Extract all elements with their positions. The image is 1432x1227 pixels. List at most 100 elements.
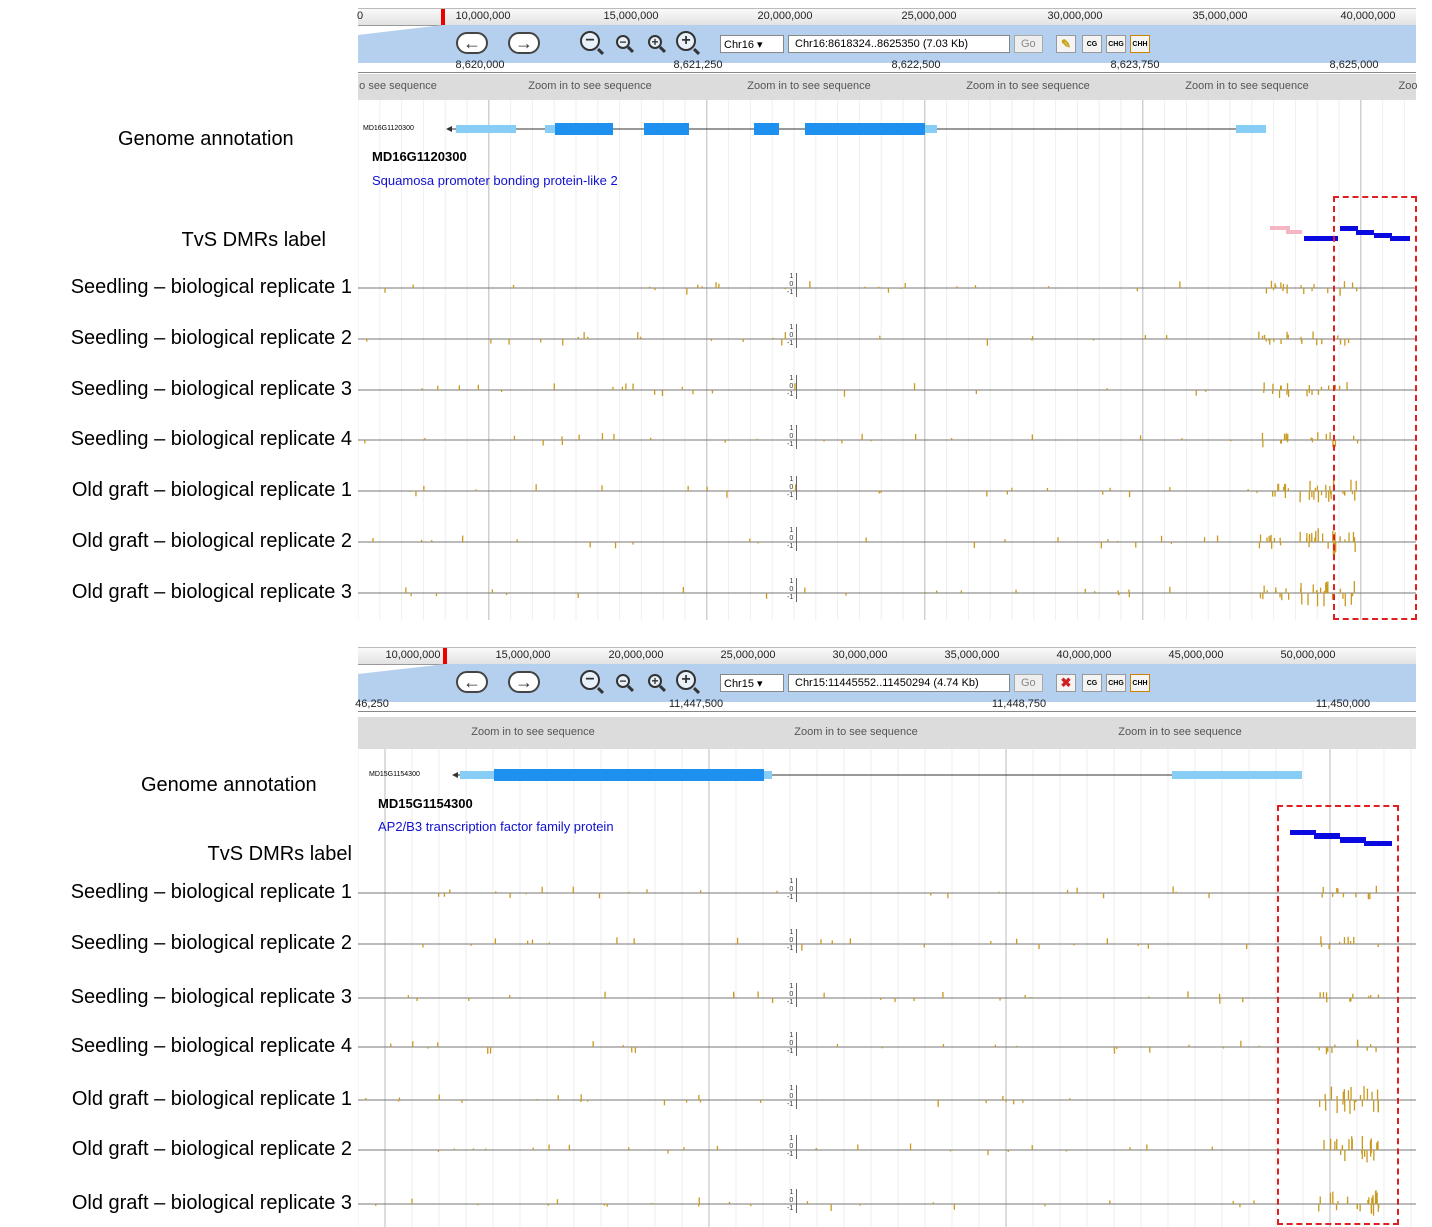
position-marker[interactable] xyxy=(443,648,447,664)
pan-left-button[interactable]: ← xyxy=(456,32,488,54)
methylation-bar xyxy=(1272,390,1274,394)
close-icon[interactable]: ✖ xyxy=(1056,674,1076,692)
ruler-label: 15,000,000 xyxy=(603,10,659,22)
methylation-bar xyxy=(900,288,902,290)
location-input[interactable]: Chr15:11445552..11450294 (4.74 Kb) xyxy=(788,674,1010,692)
gene-model[interactable] xyxy=(358,766,1416,784)
chg-button[interactable]: CHG xyxy=(1106,35,1126,53)
methylation-bar xyxy=(1169,586,1171,593)
y-axis-tick: 1 xyxy=(789,1189,794,1196)
chh-button[interactable]: CHH xyxy=(1130,674,1150,692)
methylation-track[interactable] xyxy=(358,1027,1416,1067)
methylation-track[interactable] xyxy=(358,319,1416,359)
y-axis-tick: -1 xyxy=(787,894,794,901)
highlight-icon[interactable]: ✎ xyxy=(1056,35,1076,53)
methylation-bar xyxy=(784,332,786,339)
methylation-bar xyxy=(1160,535,1163,542)
cg-button[interactable]: CG xyxy=(1082,35,1102,53)
chromosome-ruler[interactable]: 10,000,000 15,000,000 20,000,000 25,000,… xyxy=(358,647,1416,665)
pan-right-button[interactable]: → xyxy=(508,32,540,54)
scale-label: 8,621,250 xyxy=(673,59,723,71)
dmr-track[interactable] xyxy=(358,827,1416,851)
chromosome-select[interactable]: Chr15 ▾ xyxy=(720,674,784,692)
chh-button[interactable]: CHH xyxy=(1130,35,1150,53)
gene-name[interactable]: MD15G1154300 xyxy=(378,796,473,811)
methylation-track[interactable] xyxy=(358,1130,1416,1170)
methylation-track[interactable] xyxy=(358,873,1416,913)
scale-label: 46,250 xyxy=(355,698,389,710)
gene-name[interactable]: MD16G1120300 xyxy=(372,149,467,164)
position-marker[interactable] xyxy=(441,9,445,25)
methylation-bar xyxy=(1016,1045,1018,1047)
zoom-out-small-icon[interactable]: − xyxy=(616,674,630,688)
methylation-bar xyxy=(1286,383,1289,390)
methylation-track[interactable] xyxy=(358,471,1416,511)
methylation-bar xyxy=(1046,487,1049,491)
methylation-bar xyxy=(1258,542,1261,549)
gene-model[interactable] xyxy=(358,118,1416,140)
methylation-bar xyxy=(879,335,881,339)
methylation-bar xyxy=(632,383,634,390)
dmr-hypo-segment[interactable] xyxy=(1286,230,1302,234)
methylation-track[interactable] xyxy=(358,268,1416,308)
methylation-track[interactable] xyxy=(358,522,1416,562)
cg-button[interactable]: CG xyxy=(1082,674,1102,692)
methylation-bar xyxy=(861,433,863,440)
pan-right-button[interactable]: → xyxy=(508,671,540,693)
track-label: Seedling – biological replicate 4 xyxy=(70,428,352,450)
location-input[interactable]: Chr16:8618324..8625350 (7.03 Kb) xyxy=(788,35,1010,53)
chg-button[interactable]: CHG xyxy=(1106,674,1126,692)
methylation-bar xyxy=(1031,336,1034,339)
methylation-bar xyxy=(427,1047,429,1049)
methylation-bar xyxy=(1172,886,1174,893)
chromosome-select[interactable]: Chr16 ▾ xyxy=(720,35,784,53)
zoom-in-small-icon[interactable]: + xyxy=(648,35,662,49)
chromosome-ruler[interactable]: 0 10,000,000 15,000,000 20,000,000 25,00… xyxy=(356,8,1416,26)
y-axis-scale: 1 0 -1 xyxy=(787,527,798,551)
methylation-bar xyxy=(412,284,414,288)
methylation-track[interactable] xyxy=(358,1080,1416,1120)
y-axis-tick: 1 xyxy=(789,273,794,280)
pan-left-button[interactable]: ← xyxy=(456,671,488,693)
methylation-track[interactable] xyxy=(358,420,1416,460)
methylation-bar xyxy=(1006,491,1008,495)
methylation-track[interactable] xyxy=(358,370,1416,410)
gene-description[interactable]: Squamosa promoter bonding protein-like 2 xyxy=(372,173,618,188)
methylation-bar xyxy=(1277,484,1279,491)
go-button[interactable]: Go xyxy=(1014,674,1043,692)
methylation-track[interactable] xyxy=(358,924,1416,964)
methylation-track[interactable] xyxy=(358,1184,1416,1224)
methylation-bar xyxy=(580,1094,582,1100)
dmr-hypo-segment[interactable] xyxy=(1270,226,1290,230)
methylation-bar xyxy=(716,1145,719,1150)
zoom-in-large-icon[interactable]: + xyxy=(676,31,696,51)
methylation-bar xyxy=(1280,339,1282,344)
zoom-out-small-icon[interactable]: − xyxy=(616,35,630,49)
zoom-in-small-icon[interactable]: + xyxy=(648,674,662,688)
zoom-in-large-icon[interactable]: + xyxy=(676,670,696,690)
methylation-bar xyxy=(698,1204,700,1207)
methylation-bar xyxy=(1301,339,1303,344)
y-axis-tick: 1 xyxy=(789,425,794,432)
y-axis-tick: 0 xyxy=(789,1093,794,1100)
dmr-track-label: TvS DMRs label xyxy=(181,229,326,251)
track-label: Old graft – biological replicate 1 xyxy=(71,479,352,501)
y-axis-scale: 1 0 -1 xyxy=(787,1189,798,1213)
methylation-bar xyxy=(535,484,537,491)
methylation-bar xyxy=(500,390,503,393)
methylation-bar xyxy=(1259,534,1262,542)
methylation-bar xyxy=(815,1148,817,1150)
methylation-bar xyxy=(634,1047,636,1053)
y-axis-tick: 1 xyxy=(789,878,794,885)
methylation-track[interactable] xyxy=(358,573,1416,613)
zoom-out-large-icon[interactable]: − xyxy=(580,670,600,690)
methylation-bar xyxy=(1146,1144,1148,1150)
methylation-bar xyxy=(1316,590,1318,593)
zoom-out-large-icon[interactable]: − xyxy=(580,31,600,51)
dmr-track[interactable] xyxy=(358,220,1416,250)
go-button[interactable]: Go xyxy=(1014,35,1043,53)
methylation-track[interactable] xyxy=(358,978,1416,1018)
methylation-bar xyxy=(477,1204,479,1206)
ruler-label: 0 xyxy=(356,10,364,22)
y-axis-scale: 1 0 -1 xyxy=(787,375,798,399)
